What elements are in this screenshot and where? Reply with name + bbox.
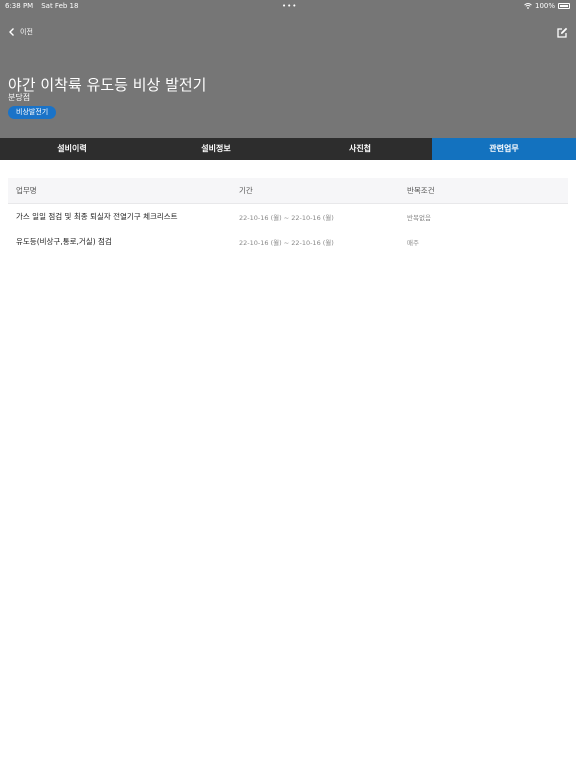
- wifi-icon: [524, 3, 532, 9]
- task-name: 가스 일일 점검 및 최종 퇴실자 전열기구 체크리스트: [16, 212, 178, 221]
- related-tasks-table: 업무명 기간 반복조건 가스 일일 점검 및 최종 퇴실자 전열기구 체크리스트…: [8, 178, 568, 254]
- equipment-location: 분당점: [8, 93, 31, 102]
- equipment-header: 6:38 PM Sat Feb 18 ••• 100% 이전 야간 이착륙 유도…: [0, 0, 576, 138]
- table-row[interactable]: 가스 일일 점검 및 최종 퇴실자 전열기구 체크리스트 22-10-16 (월…: [8, 204, 568, 229]
- equipment-title: 야간 이착륙 유도등 비상 발전기: [8, 76, 207, 94]
- tab-photo-album[interactable]: 사진첩: [288, 138, 432, 160]
- table-header: 업무명 기간 반복조건: [8, 178, 568, 204]
- header-repeat: 반복조건: [407, 186, 435, 195]
- status-date: Sat Feb 18: [41, 2, 79, 10]
- tab-bar: 설비이력 설비정보 사진첩 관련업무: [0, 138, 576, 160]
- multitasking-dots-icon[interactable]: •••: [282, 2, 297, 10]
- battery-percent: 100%: [534, 2, 555, 10]
- chevron-left-icon: [9, 28, 14, 36]
- header-task-name: 업무명: [16, 186, 37, 195]
- battery-icon: [558, 3, 570, 9]
- category-badge: 비상발전기: [8, 106, 57, 119]
- header-period: 기간: [239, 186, 253, 195]
- task-period: 22-10-16 (월) ~ 22-10-16 (월): [239, 213, 334, 222]
- task-name: 유도등(비상구,통로,거실) 점검: [16, 237, 112, 246]
- task-repeat: 반복없음: [407, 213, 431, 222]
- status-time: 6:38 PM: [5, 2, 34, 10]
- table-row[interactable]: 유도등(비상구,통로,거실) 점검 22-10-16 (월) ~ 22-10-1…: [8, 229, 568, 254]
- task-repeat: 매주: [407, 238, 419, 247]
- edit-icon[interactable]: [556, 27, 568, 39]
- tab-equipment-history[interactable]: 설비이력: [0, 138, 144, 160]
- task-period: 22-10-16 (월) ~ 22-10-16 (월): [239, 238, 334, 247]
- status-bar: 6:38 PM Sat Feb 18 ••• 100%: [0, 0, 576, 12]
- back-label: 이전: [20, 28, 33, 36]
- tab-related-tasks[interactable]: 관련업무: [432, 138, 576, 160]
- back-button[interactable]: 이전: [8, 27, 33, 37]
- tab-equipment-info[interactable]: 설비정보: [144, 138, 288, 160]
